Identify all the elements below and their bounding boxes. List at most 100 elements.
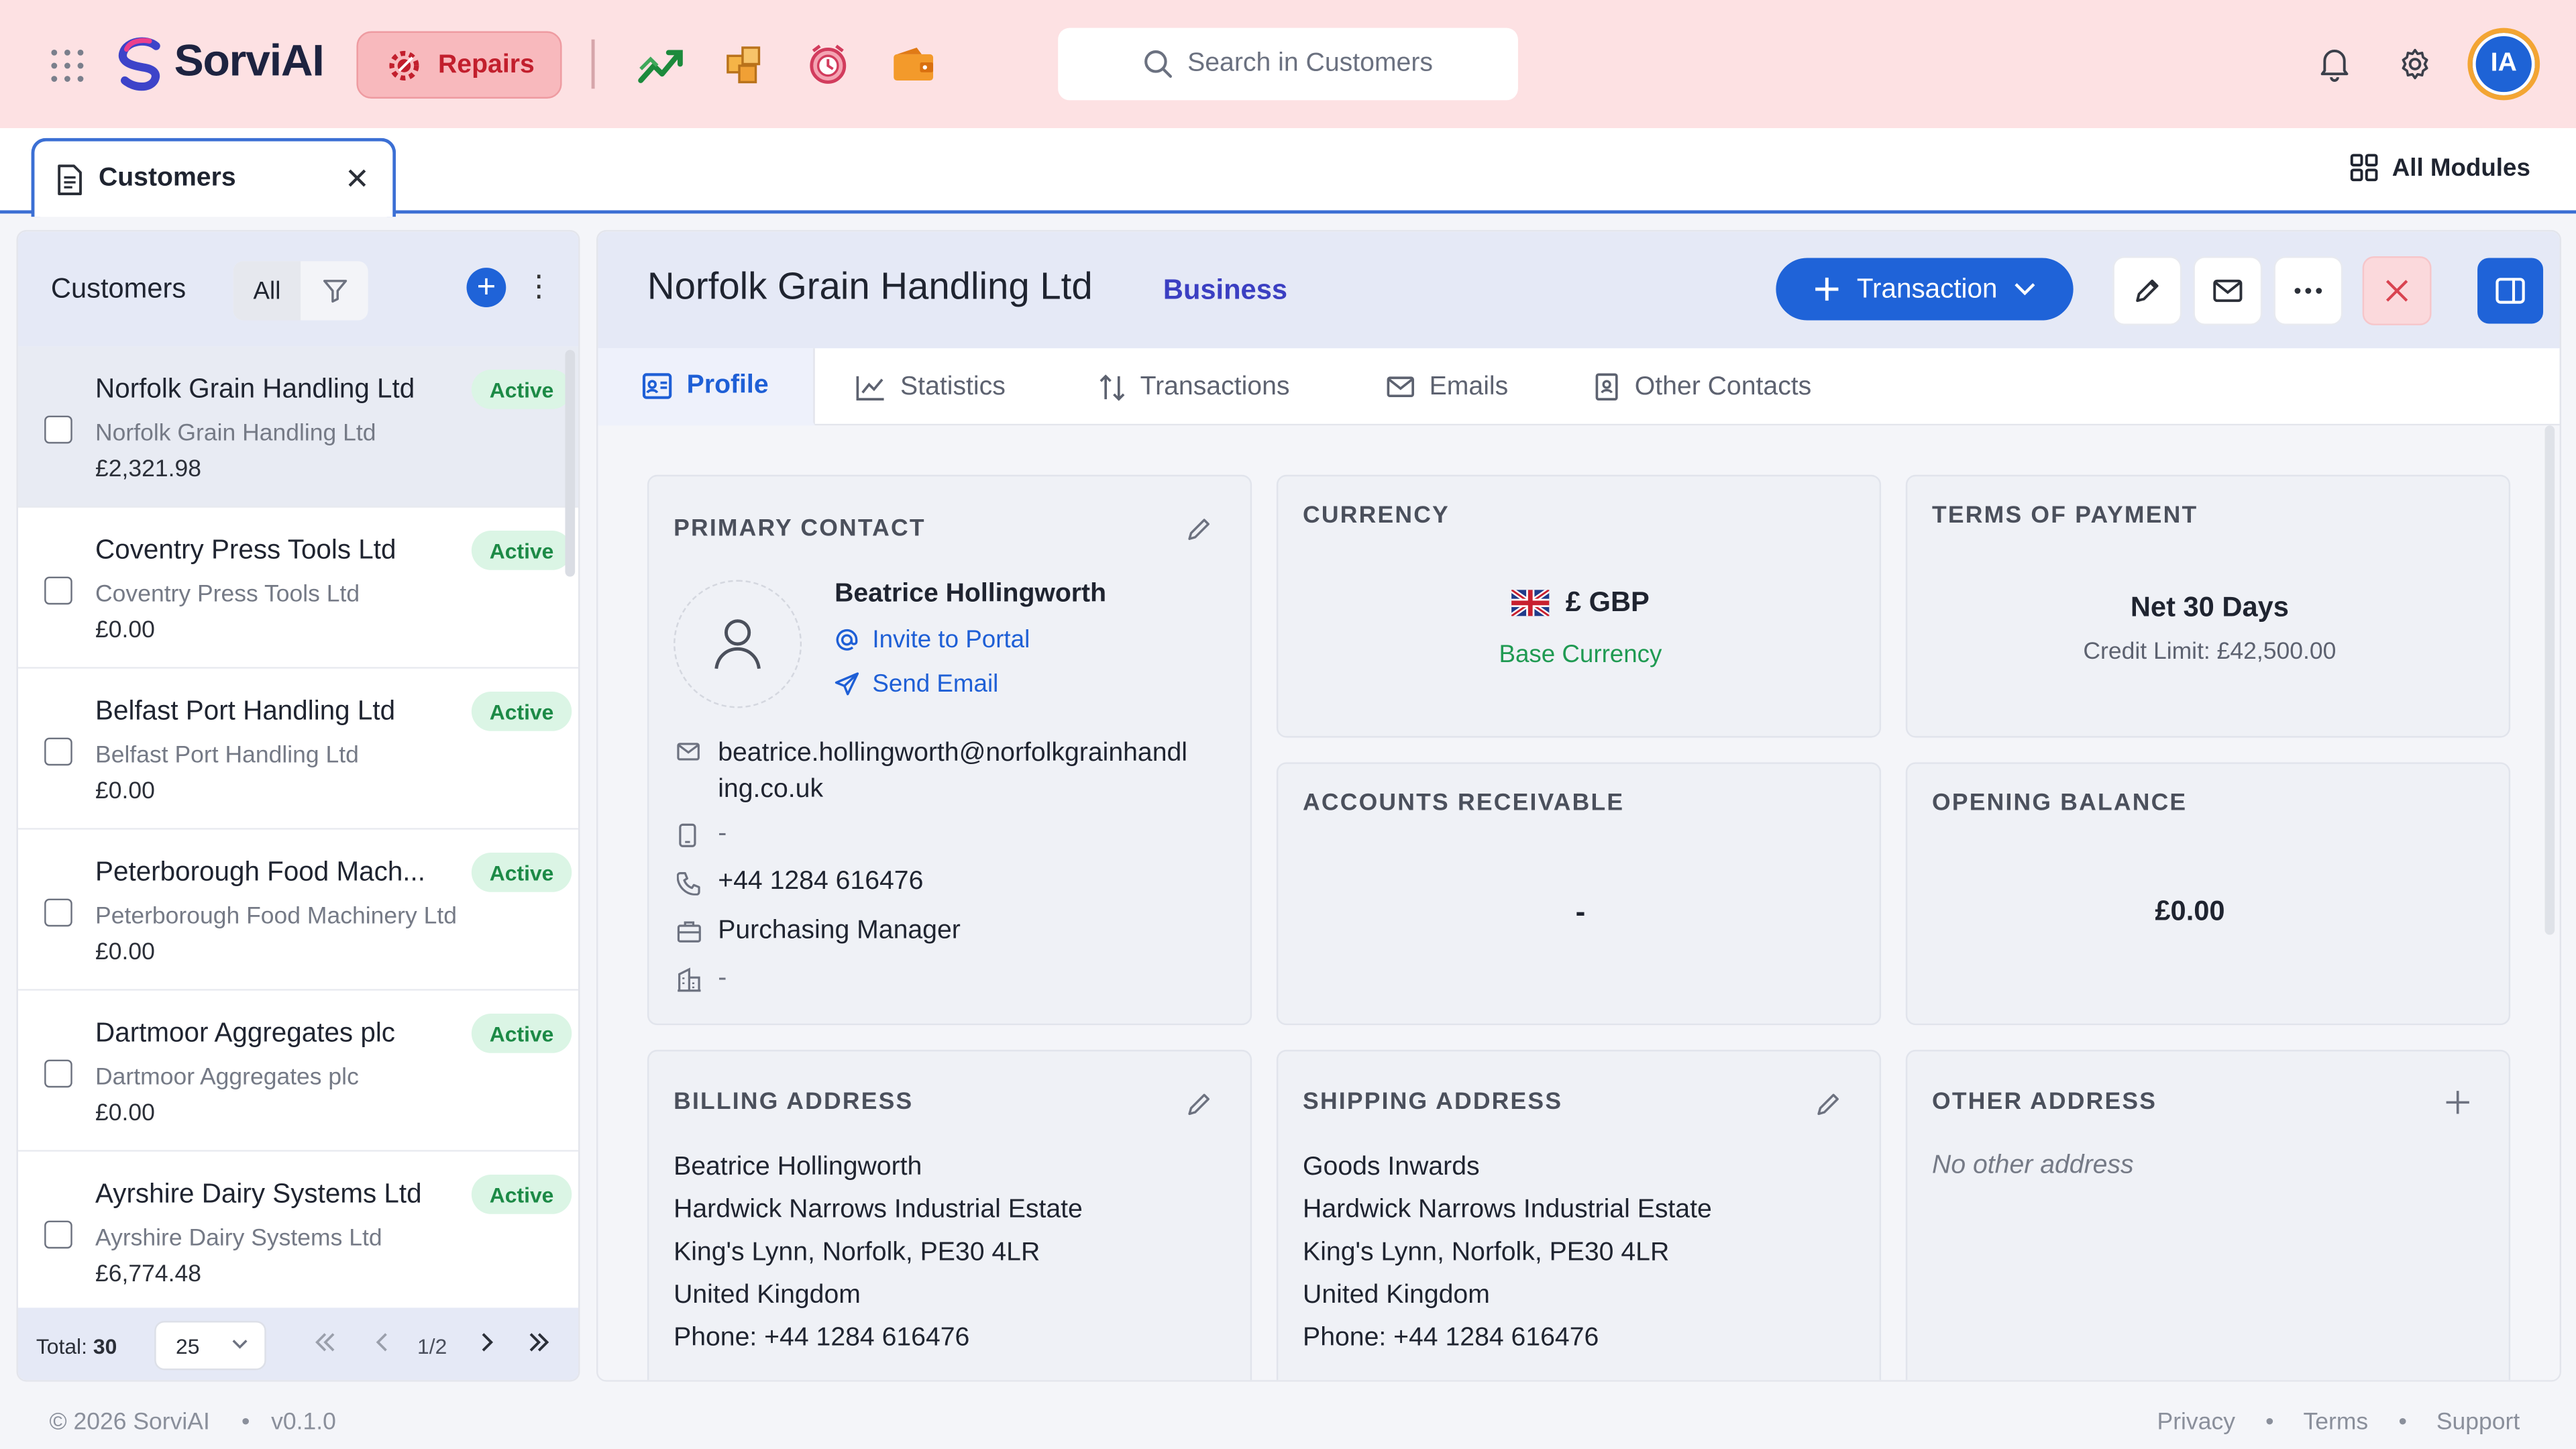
invite-portal-link[interactable]: Invite to Portal [835,626,1030,654]
total-value: 30 [93,1334,117,1359]
last-page-icon[interactable] [527,1331,550,1354]
toggle-panel-button[interactable] [2477,258,2544,324]
list-item[interactable]: Peterborough Food Mach... Active Peterbo… [17,829,579,991]
billing-address-card: BILLING ADDRESS Beatrice Hollingworth Ha… [647,1049,1252,1381]
filter-icon[interactable] [301,261,368,320]
chart-line-icon [856,374,885,400]
tab-transactions[interactable]: Transactions [1099,348,1289,425]
repairs-module-button[interactable]: Repairs [356,31,562,99]
first-page-icon[interactable] [314,1331,337,1354]
email-button[interactable] [2193,256,2263,325]
address-line: Hardwick Narrows Industrial Estate [674,1195,1083,1224]
row-checkbox[interactable] [44,1059,72,1088]
contact-email[interactable]: beatrice.hollingworth@norfolkgrainhandl i… [718,736,1187,808]
bullet-separator: • [2398,1409,2407,1436]
bullet-separator: • [241,1409,250,1436]
terms-link[interactable]: Terms [2303,1409,2368,1436]
apps-grid-icon[interactable] [49,48,85,84]
next-page-icon[interactable] [475,1331,498,1354]
row-checkbox[interactable] [44,576,72,605]
support-link[interactable]: Support [2436,1409,2520,1436]
close-tab-icon[interactable]: ✕ [345,162,370,197]
list-item[interactable]: Dartmoor Aggregates plc Active Dartmoor … [17,990,579,1152]
filter-all-button[interactable]: All [233,261,301,321]
user-avatar[interactable]: IA [2467,28,2540,101]
primary-contact-card: PRIMARY CONTACT Beatrice Hollingworth In… [647,474,1252,1026]
chevron-down-icon [2014,282,2035,296]
gear-icon[interactable] [2397,46,2433,83]
add-address-icon[interactable] [2445,1089,2471,1116]
status-badge: Active [471,1014,572,1053]
card-heading: ACCOUNTS RECEIVABLE [1303,790,1625,817]
pencil-icon [2133,276,2162,305]
list-item[interactable]: Ayrshire Dairy Systems Ltd Active Ayrshi… [17,1151,579,1313]
alarm-clock-icon[interactable] [805,41,851,87]
row-checkbox[interactable] [44,415,72,444]
list-item[interactable]: Norfolk Grain Handling Ltd Active Norfol… [17,346,579,508]
add-customer-button[interactable]: + [466,268,506,307]
tab-emails-label: Emails [1429,372,1509,400]
edit-button[interactable] [2112,256,2182,325]
list-item[interactable]: Coventry Press Tools Ltd Active Coventry… [17,507,579,669]
customer-name: Ayrshire Dairy Systems Ltd [95,1179,422,1210]
page-size-select[interactable]: 25 [154,1320,266,1371]
terms-value: Net 30 Days [2130,591,2289,623]
user-icon [713,618,762,670]
address-line: United Kingdom [1303,1281,1490,1309]
tab-emails[interactable]: Emails [1387,348,1508,425]
detail-scrollbar[interactable] [2544,425,2555,935]
send-email-link[interactable]: Send Email [835,670,998,698]
edit-shipping-icon[interactable] [1815,1091,1841,1117]
edit-contact-icon[interactable] [1186,516,1212,542]
tab-statistics[interactable]: Statistics [856,348,1006,425]
contact-name: Beatrice Hollingworth [835,580,1107,608]
privacy-link[interactable]: Privacy [2157,1409,2235,1436]
sidebar-panel-icon [2496,278,2525,304]
divider [591,39,595,89]
all-modules-button[interactable]: All Modules [2349,153,2530,182]
bell-icon[interactable] [2316,46,2353,83]
mail-icon [2213,279,2243,303]
row-checkbox[interactable] [44,737,72,766]
wallet-icon[interactable] [890,44,936,84]
status-badge: Active [471,531,572,570]
card-heading: OPENING BALANCE [1932,790,2188,817]
bullet-separator: • [2265,1409,2274,1436]
status-badge: Active [471,853,572,892]
contact-phone: +44 1284 616476 [718,867,924,896]
boxes-icon[interactable] [721,41,767,87]
tab-other-contacts[interactable]: Other Contacts [1594,348,1812,425]
shipping-address-card: SHIPPING ADDRESS Goods Inwards Hardwick … [1276,1049,1882,1381]
row-checkbox[interactable] [44,1220,72,1249]
logo-text[interactable]: SorviAI [174,36,325,87]
list-more-icon[interactable]: ⋮ [524,271,553,301]
more-button[interactable] [2273,256,2343,325]
list-scrollbar[interactable] [565,350,576,577]
tab-customers[interactable]: Customers ✕ [31,138,396,217]
search-placeholder: Search in Customers [1187,49,1433,78]
accounts-receivable-card: ACCOUNTS RECEIVABLE - [1276,762,1882,1026]
address-line: King's Lynn, Norfolk, PE30 4LR [1303,1238,1670,1267]
edit-billing-icon[interactable] [1186,1091,1212,1117]
search-icon [1143,49,1173,78]
card-heading: CURRENCY [1303,502,1450,529]
email-line-1: beatrice.hollingworth@norfolkgrainhandl [718,739,1188,767]
list-item[interactable]: Belfast Port Handling Ltd Active Belfast… [17,668,579,830]
other-address-card: OTHER ADDRESS No other address [1905,1049,2511,1381]
close-icon [2385,279,2408,302]
row-checkbox[interactable] [44,898,72,927]
search-input[interactable]: Search in Customers [1058,28,1518,101]
close-detail-button[interactable] [2362,256,2432,325]
tab-other-contacts-label: Other Contacts [1634,372,1812,400]
sort-arrows-icon [1099,374,1125,400]
tab-profile[interactable]: Profile [598,348,815,426]
customer-amount: £6,774.48 [95,1261,202,1289]
uk-flag-icon [1511,590,1550,616]
top-bar: SorviAI Repairs Search in Customers IA [0,0,2576,129]
list-header: Customers All + ⋮ [17,231,579,347]
growth-chart-icon[interactable] [636,44,685,87]
transaction-button[interactable]: Transaction [1776,258,2074,321]
send-email-label: Send Email [872,670,999,698]
prev-page-icon[interactable] [371,1331,394,1354]
address-line: Beatrice Hollingworth [674,1153,922,1181]
